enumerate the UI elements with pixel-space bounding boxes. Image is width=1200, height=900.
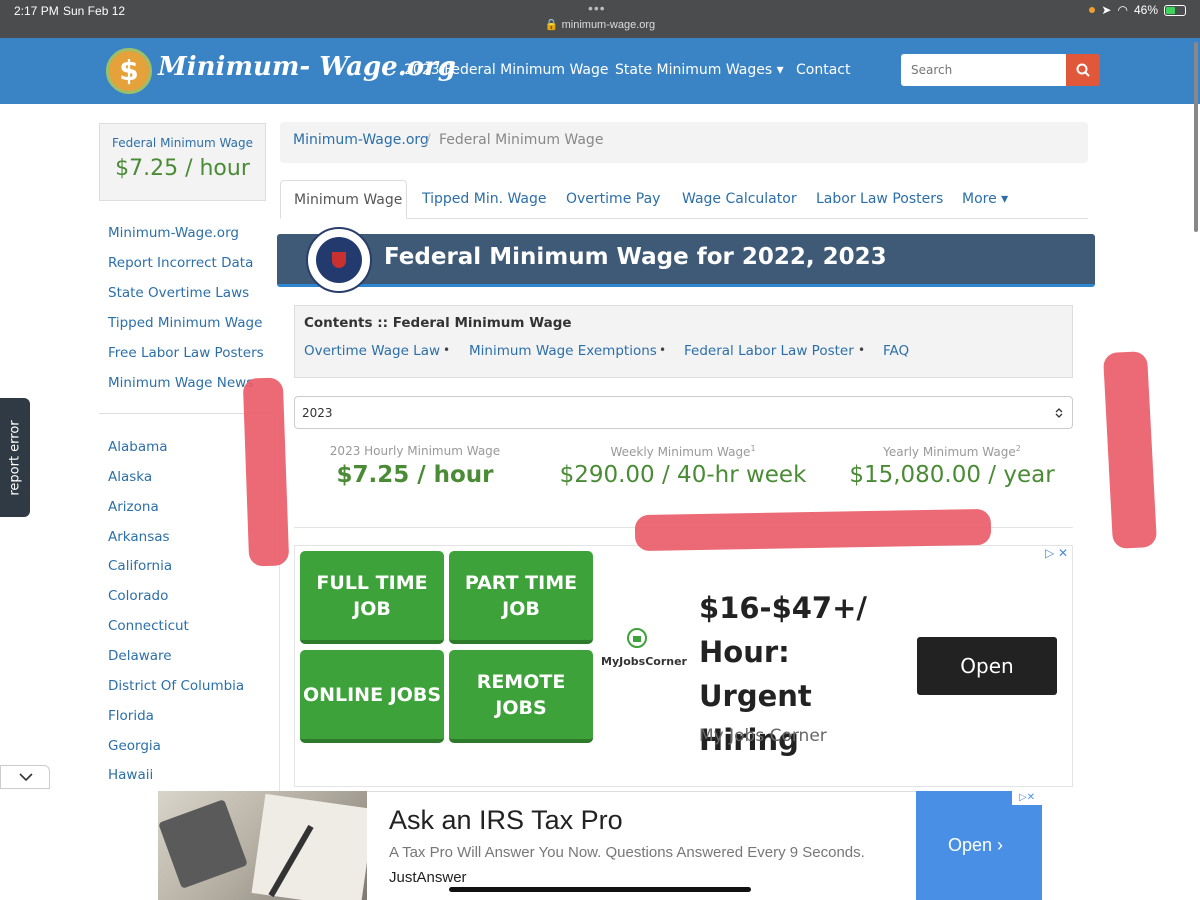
- nav-state-minimum-wages[interactable]: State Minimum Wages ▾: [615, 62, 784, 78]
- sidebar-state-florida[interactable]: Florida: [108, 708, 154, 724]
- sidebar-state-hawaii[interactable]: Hawaii: [108, 767, 153, 783]
- status-date: Sun Feb 12: [63, 4, 126, 18]
- lock-icon: 🔒: [544, 19, 559, 31]
- page-scrollbar[interactable]: [1194, 42, 1198, 232]
- report-error-tab[interactable]: report error: [0, 398, 30, 517]
- breadcrumb-separator: /: [426, 132, 431, 148]
- yearly-wage-value: $15,080.00 / year: [849, 462, 1055, 488]
- address-bar[interactable]: 🔒 minimum-wage.org: [0, 18, 1200, 31]
- weekly-wage-value: $290.00 / 40-hr week: [559, 462, 807, 488]
- search-input[interactable]: [901, 54, 1066, 86]
- contents-link-overtime[interactable]: Overtime Wage Law: [304, 343, 440, 359]
- yearly-wage-label: Yearly Minimum Wage2: [883, 444, 1021, 459]
- status-bar: 2:17 PM Sun Feb 12 ••• 🔒 minimum-wage.or…: [0, 0, 1200, 38]
- ad-logo-text: MyJobsCorner: [601, 655, 687, 668]
- sidebar-link-tipped[interactable]: Tipped Minimum Wage: [108, 315, 262, 331]
- ad-button-remote[interactable]: REMOTE JOBS: [449, 650, 593, 743]
- collapse-tab[interactable]: [0, 765, 50, 789]
- contents-link-faq[interactable]: FAQ: [883, 343, 909, 359]
- page-title: Federal Minimum Wage for 2022, 2023: [384, 244, 887, 270]
- sidebar-wage-label: Federal Minimum Wage: [112, 136, 253, 150]
- highlight-left: [242, 377, 290, 567]
- dol-seal-icon: [306, 227, 372, 293]
- ad-button-part-time[interactable]: PART TIME JOB: [449, 551, 593, 644]
- contents-bullet: •: [858, 343, 866, 357]
- site-logo-icon[interactable]: $: [106, 48, 152, 94]
- contents-bullet: •: [659, 343, 667, 357]
- home-indicator[interactable]: [449, 887, 751, 892]
- hourly-wage-label: 2023 Hourly Minimum Wage: [329, 444, 501, 458]
- tab-tipped-min-wage[interactable]: Tipped Min. Wage: [422, 191, 547, 207]
- mic-indicator-icon: [1089, 7, 1096, 13]
- status-time: 2:17 PM: [14, 4, 59, 18]
- tab-labor-law-posters[interactable]: Labor Law Posters: [816, 191, 943, 207]
- sidebar-state-georgia[interactable]: Georgia: [108, 738, 161, 754]
- weekly-wage-label: Weekly Minimum Wage1: [610, 444, 756, 459]
- hourly-wage-value: $7.25 / hour: [336, 462, 494, 488]
- site-header: $ Minimum- Wage.org 2023 Federal Minimum…: [0, 38, 1200, 104]
- nav-federal-minimum-wage[interactable]: 2023 Federal Minimum Wage: [404, 62, 609, 78]
- sidebar-state-arkansas[interactable]: Arkansas: [108, 529, 170, 545]
- breadcrumb-current: Federal Minimum Wage: [439, 132, 604, 148]
- status-icons: ➤ ◠ 46%: [1089, 3, 1186, 17]
- year-select[interactable]: 2023: [294, 396, 1073, 429]
- briefcase-icon: [627, 628, 647, 648]
- tax-ad-open-button[interactable]: Open ›: [916, 791, 1042, 900]
- tax-ad-title[interactable]: Ask an IRS Tax Pro: [389, 805, 623, 836]
- sidebar-state-arizona[interactable]: Arizona: [108, 499, 159, 515]
- ad-open-button[interactable]: Open: [917, 637, 1057, 695]
- sidebar-state-california[interactable]: California: [108, 558, 172, 574]
- address-url: minimum-wage.org: [561, 19, 656, 31]
- ad-button-full-time[interactable]: FULL TIME JOB: [300, 551, 444, 644]
- sidebar-wage-value: $7.25 / hour: [115, 156, 250, 181]
- year-select-value: 2023: [302, 406, 333, 420]
- sidebar-state-alabama[interactable]: Alabama: [108, 439, 168, 455]
- sidebar-link-overtime[interactable]: State Overtime Laws: [108, 285, 249, 301]
- contents-link-exemptions[interactable]: Minimum Wage Exemptions: [469, 343, 657, 359]
- sidebar-link-posters[interactable]: Free Labor Law Posters: [108, 345, 264, 361]
- sidebar-link-news[interactable]: Minimum Wage News: [108, 375, 253, 391]
- ad-advertiser: My Jobs Corner: [699, 726, 827, 746]
- highlight-right: [1102, 350, 1158, 550]
- search-icon: [1076, 63, 1090, 77]
- breadcrumb-home[interactable]: Minimum-Wage.org: [293, 132, 429, 148]
- ad-choices-icon[interactable]: ▷ ✕: [1045, 546, 1068, 560]
- ad-choices-icon[interactable]: ▷✕: [1012, 791, 1042, 805]
- chevron-down-icon: [19, 773, 33, 782]
- highlight-bottom: [634, 508, 992, 552]
- sidebar-link-home[interactable]: Minimum-Wage.org: [108, 225, 239, 241]
- ad-button-online[interactable]: ONLINE JOBS: [300, 650, 444, 743]
- wifi-icon: ◠: [1117, 3, 1128, 17]
- ad-image: [158, 791, 367, 900]
- contents-heading: Contents :: Federal Minimum Wage: [304, 315, 572, 331]
- breadcrumb: Minimum-Wage.org / Federal Minimum Wage: [280, 122, 1088, 163]
- tab-overtime-pay[interactable]: Overtime Pay: [566, 191, 660, 207]
- tax-ad-description: A Tax Pro Will Answer You Now. Questions…: [389, 844, 865, 861]
- battery-icon: [1164, 4, 1186, 16]
- tab-dots-icon[interactable]: •••: [588, 0, 606, 16]
- location-icon: ➤: [1101, 3, 1112, 17]
- tab-wage-calculator[interactable]: Wage Calculator: [682, 191, 797, 207]
- contents-box: Contents :: Federal Minimum Wage Overtim…: [294, 305, 1073, 378]
- sidebar-link-report[interactable]: Report Incorrect Data: [108, 255, 253, 271]
- tab-minimum-wage[interactable]: Minimum Wage: [280, 180, 407, 219]
- nav-contact[interactable]: Contact: [796, 62, 850, 78]
- contents-link-poster[interactable]: Federal Labor Law Poster: [684, 343, 854, 359]
- sidebar-state-delaware[interactable]: Delaware: [108, 648, 172, 664]
- sidebar-state-colorado[interactable]: Colorado: [108, 588, 168, 604]
- contents-bullet: •: [443, 343, 451, 357]
- battery-percent: 46%: [1133, 3, 1158, 17]
- sidebar-state-dc[interactable]: District Of Columbia: [108, 678, 244, 694]
- select-arrows-icon: [1055, 408, 1063, 418]
- tab-more[interactable]: More ▾: [962, 191, 1008, 207]
- tax-ad-brand: JustAnswer: [389, 869, 467, 886]
- search-button[interactable]: [1066, 54, 1100, 86]
- sidebar-state-alaska[interactable]: Alaska: [108, 469, 152, 485]
- sidebar-wage-box: Federal Minimum Wage $7.25 / hour: [99, 123, 266, 201]
- sidebar-state-connecticut[interactable]: Connecticut: [108, 618, 189, 634]
